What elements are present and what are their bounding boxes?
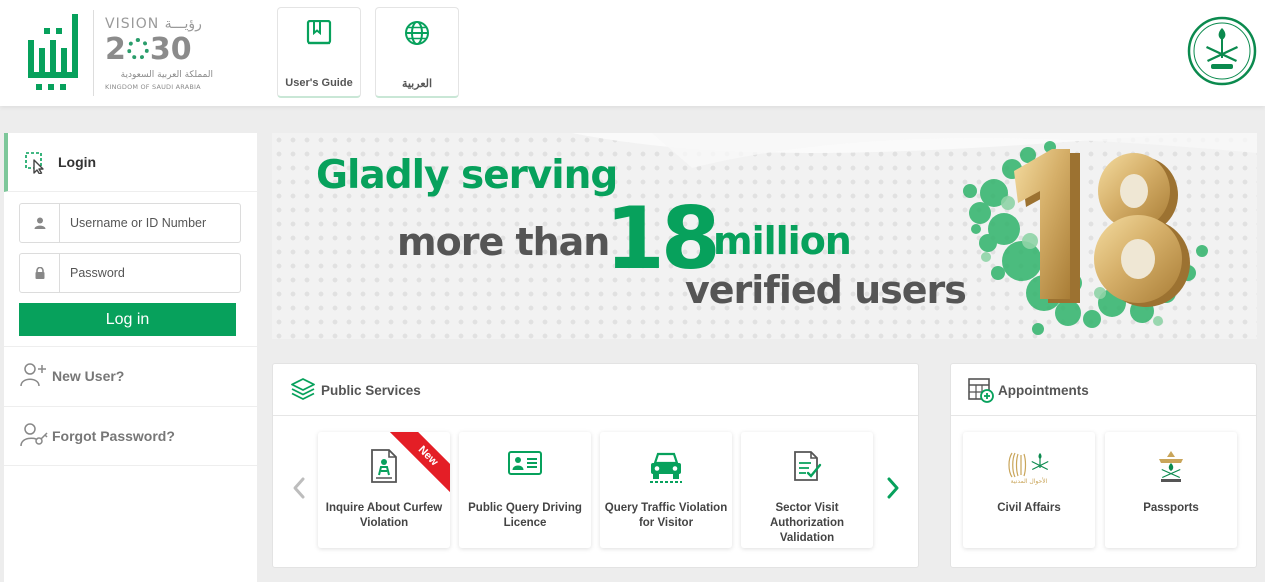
language-button[interactable]: العربية [375,7,459,98]
public-services-panel: Public Services Inquire About Curfew Vio… [272,363,919,568]
language-label: العربية [401,78,433,90]
appointments-header: Appointments [951,364,1256,416]
site-header: VISION رؤيـــة 2 30 المملكة العربية السعو… [0,0,1265,106]
banner-verified-users: verified users [685,268,967,312]
login-cursor-icon [25,152,44,174]
saudi-emblem-icon [1187,16,1257,86]
chevron-right-icon[interactable] [885,476,901,500]
promo-banner: Gladly serving more than 18 million veri… [272,133,1257,339]
logo-divider [93,10,94,96]
new-user-label: New User? [52,368,125,384]
vision-zero-mark [126,38,149,60]
chevron-left-icon[interactable] [291,476,307,500]
vision-kingdom-text: KINGDOM OF SAUDI ARABIA [105,83,201,91]
book-icon [278,20,360,48]
id-card-icon [459,449,591,485]
civil-affairs-logo-text: الأحوال المدنية [1011,477,1048,485]
username-input[interactable] [61,204,239,242]
appointments-panel: Appointments الأحوال المدنية Civil Affai… [950,363,1257,568]
user-icon [20,204,60,242]
add-user-icon [20,363,46,387]
civil-affairs-logo: الأحوال المدنية [963,449,1095,485]
service-card-label: Query Traffic Violation for Visitor [604,502,728,529]
vision-year-first: 2 [105,32,126,67]
new-user-link[interactable]: New User? [4,346,257,406]
service-card-label: Public Query Driving Licence [468,502,582,529]
login-title: Login [58,154,97,170]
service-card-driving-licence[interactable]: Public Query Driving Licence [459,432,591,548]
globe-icon [376,20,458,48]
appointment-card-passports[interactable]: Passports [1105,432,1237,548]
login-header: Login [4,133,257,192]
password-input[interactable] [61,254,239,292]
login-button[interactable]: Log in [19,303,236,336]
vision-arabic-text: المملكة العربية السعودية [120,70,213,80]
absher-logo[interactable] [26,10,90,96]
banner-18-map-illustration [963,141,1208,335]
vision-year-last: 30 [149,32,192,67]
forgot-password-label: Forgot Password? [52,428,175,444]
appointment-card-label: Passports [1143,502,1199,514]
layers-icon [291,378,315,400]
passports-emblem-icon [1105,449,1237,485]
service-card-label: Sector Visit Authorization Validation [769,502,845,544]
login-panel: Login Log in New User? Forgot Pass [4,133,257,582]
users-guide-button[interactable]: User's Guide [277,7,361,98]
appointment-card-civil-affairs[interactable]: الأحوال المدنية Civil Affairs [963,432,1095,548]
user-key-icon [20,423,48,447]
users-guide-label: User's Guide [285,77,353,89]
appointment-card-label: Civil Affairs [997,502,1061,514]
banner-million: million [713,219,852,263]
service-card-label: Inquire About Curfew Violation [325,502,443,529]
vision-2030-logo: VISION رؤيـــة 2 30 المملكة العربية السعو… [105,16,217,98]
banner-more-than: more than [397,220,610,264]
forgot-password-link[interactable]: Forgot Password? [4,406,257,466]
password-field[interactable] [19,253,241,293]
calendar-add-icon [968,378,994,403]
car-icon [600,449,732,485]
banner-line1: Gladly serving [316,153,618,198]
lock-icon [20,254,60,292]
public-services-title: Public Services [321,383,421,398]
vision-title: VISION رؤيـــة [105,16,202,32]
username-field[interactable] [19,203,241,243]
service-card-traffic-violation[interactable]: Query Traffic Violation for Visitor [600,432,732,548]
service-card-sector-visit[interactable]: Sector Visit Authorization Validation [741,432,873,548]
public-services-header: Public Services [273,364,918,416]
service-card-curfew[interactable]: Inquire About Curfew Violation New [318,432,450,548]
document-check-icon [741,449,873,485]
vision-year: 2 30 [105,32,192,67]
appointments-title: Appointments [998,383,1089,398]
